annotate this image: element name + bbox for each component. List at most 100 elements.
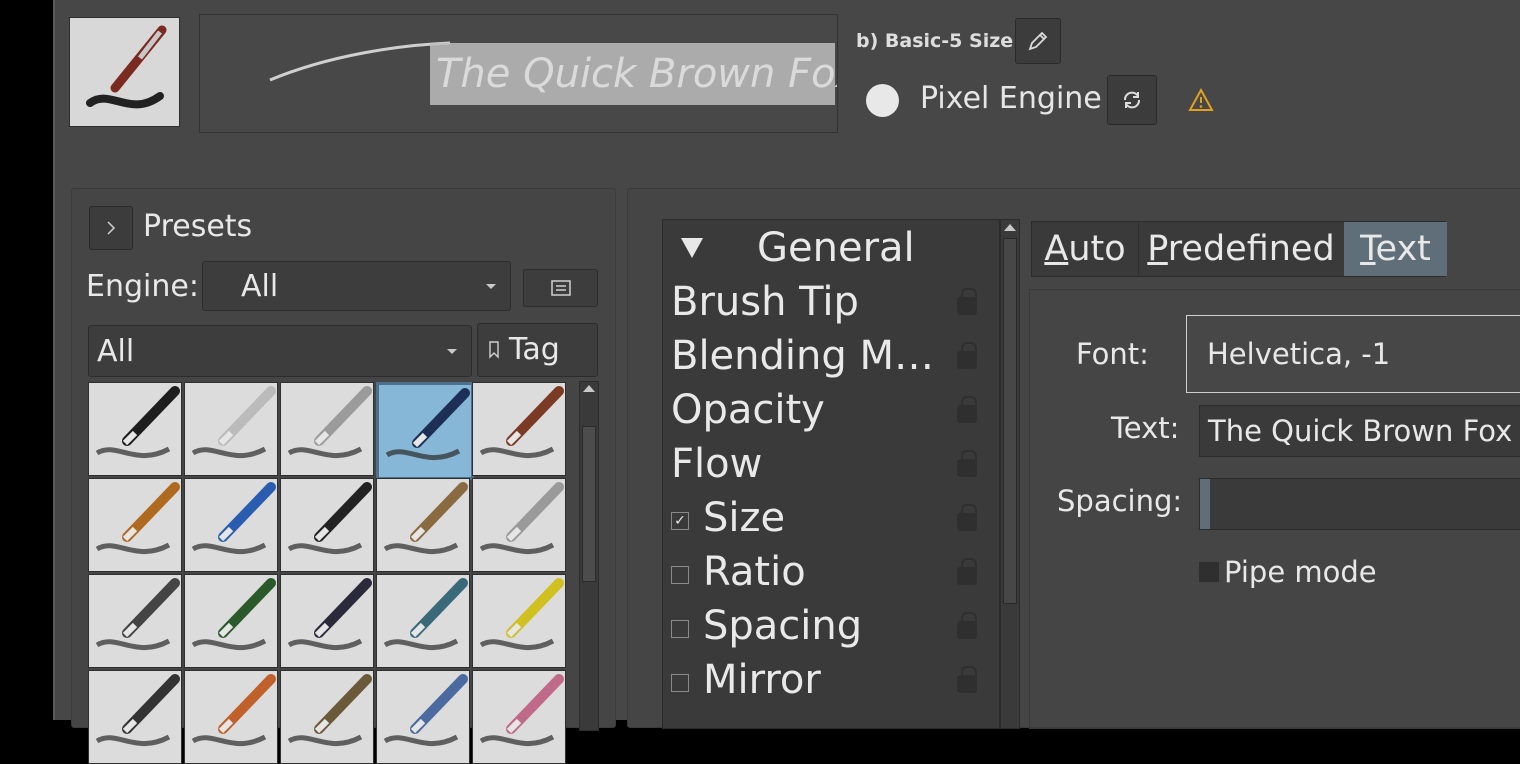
preview-text: The Quick Brown Fox Jumps: [436, 51, 838, 97]
tag-button[interactable]: Tag: [477, 323, 598, 377]
brush-preset-icon: [287, 482, 372, 555]
preset-tile[interactable]: [472, 574, 566, 668]
warning-icon: [1188, 87, 1214, 112]
brush-preset-icon: [287, 578, 372, 651]
preset-grid-scrollbar[interactable]: [579, 381, 599, 731]
brush-preset-icon: [95, 386, 180, 459]
pipe-mode-checkbox[interactable]: [1199, 562, 1219, 582]
preset-thumbnail[interactable]: [69, 17, 180, 127]
lock-icon[interactable]: [957, 558, 977, 585]
preset-tile[interactable]: [376, 574, 470, 668]
scroll-up-arrow[interactable]: [583, 385, 595, 392]
option-label: Opacity: [671, 387, 825, 433]
preset-tile[interactable]: [184, 670, 278, 764]
option-item[interactable]: Mirror: [663, 657, 1001, 711]
option-checkbox[interactable]: [671, 620, 689, 638]
lock-icon[interactable]: [957, 504, 977, 531]
spacing-slider-fill: [1200, 479, 1210, 529]
option-item[interactable]: Spacing: [663, 603, 1001, 657]
list-view-icon: [551, 280, 571, 296]
lock-icon[interactable]: [957, 396, 977, 423]
edit-preset-button[interactable]: [1015, 18, 1061, 64]
option-label: Blending M…: [671, 333, 934, 379]
expand-presets-button[interactable]: [89, 206, 133, 250]
option-label: Brush Tip: [671, 279, 859, 325]
option-checkbox[interactable]: ✓: [671, 512, 689, 530]
option-label: Ratio: [703, 549, 806, 595]
preset-tile[interactable]: [88, 478, 182, 572]
brush-preset-icon: [479, 674, 564, 747]
spacing-slider[interactable]: [1199, 478, 1520, 530]
scrollbar-thumb[interactable]: [582, 426, 596, 582]
tab-predefined-mnemonic: P: [1147, 229, 1168, 269]
preset-tile[interactable]: [184, 382, 278, 476]
preset-tile[interactable]: [184, 478, 278, 572]
preset-name: b) Basic-5 Size: [856, 30, 1014, 52]
option-item[interactable]: Flow: [663, 441, 1001, 495]
view-mode-button[interactable]: [523, 269, 598, 307]
brush-preset-icon: [479, 482, 564, 555]
preset-tile[interactable]: [88, 670, 182, 764]
brush-preset-icon: [191, 674, 276, 747]
preset-tile[interactable]: [280, 670, 374, 764]
chevron-down-icon: [486, 284, 496, 289]
preset-tile[interactable]: [376, 670, 470, 764]
tag-icon: [489, 341, 499, 359]
brush-preset-icon: [287, 674, 372, 747]
preset-tile[interactable]: [184, 574, 278, 668]
lock-icon[interactable]: [957, 342, 977, 369]
option-checkbox[interactable]: [671, 566, 689, 584]
spacing-label: Spacing:: [1057, 484, 1183, 518]
collapse-triangle-icon[interactable]: [681, 238, 703, 258]
lock-icon[interactable]: [957, 288, 977, 315]
option-item[interactable]: ✓ Size: [663, 495, 1001, 549]
pencil-icon: [1028, 31, 1048, 51]
engine-combo-value: All: [241, 269, 279, 304]
lock-icon[interactable]: [957, 450, 977, 477]
option-label: Flow: [671, 441, 763, 487]
option-item[interactable]: Brush Tip: [663, 279, 1001, 333]
tab-text-mnemonic: T: [1360, 229, 1376, 269]
brush-preset-icon: [191, 578, 276, 651]
option-item[interactable]: Blending M…: [663, 333, 1001, 387]
brush-preset-icon: [383, 482, 468, 555]
chevron-down-icon: [447, 349, 457, 354]
preset-tile[interactable]: [280, 382, 374, 476]
option-checkbox[interactable]: [671, 674, 689, 692]
option-label: Size: [703, 495, 786, 541]
preset-tile[interactable]: [376, 478, 470, 572]
lock-icon[interactable]: [957, 612, 977, 639]
brush-preset-icon: [383, 674, 468, 747]
brush-preset-icon: [287, 386, 372, 459]
tag-label: Tag: [509, 332, 560, 367]
preset-tile[interactable]: [88, 574, 182, 668]
option-item[interactable]: Ratio: [663, 549, 1001, 603]
scroll-up-arrow[interactable]: [1004, 224, 1016, 231]
tab-text-rest: ext: [1375, 229, 1431, 269]
options-scrollbar[interactable]: [1000, 219, 1020, 729]
option-group-header[interactable]: General: [757, 225, 915, 271]
preset-tile[interactable]: [472, 478, 566, 572]
option-item[interactable]: Opacity: [663, 387, 1001, 441]
preset-tile[interactable]: [88, 382, 182, 476]
preset-tile[interactable]: [472, 670, 566, 764]
preset-tile[interactable]: [472, 382, 566, 476]
reload-preset-button[interactable]: [1107, 75, 1157, 125]
lock-icon[interactable]: [957, 666, 977, 693]
engine-label: Engine:: [86, 269, 199, 304]
engine-combo[interactable]: All: [202, 261, 511, 311]
preset-tile[interactable]: [280, 574, 374, 668]
tab-auto[interactable]: Auto: [1032, 222, 1139, 276]
preset-tile[interactable]: [280, 478, 374, 572]
presets-panel: Presets Engine: All All Tag: [71, 188, 616, 764]
text-input[interactable]: The Quick Brown Fox J: [1199, 405, 1520, 457]
tab-predefined[interactable]: Predefined: [1138, 222, 1345, 276]
tab-text[interactable]: Text: [1344, 222, 1447, 276]
scrollbar-thumb[interactable]: [1003, 238, 1017, 604]
preset-tile[interactable]: [376, 382, 474, 480]
font-selector[interactable]: Helvetica, -1: [1186, 315, 1520, 393]
tag-filter-combo[interactable]: All: [88, 325, 472, 377]
reload-icon: [1124, 91, 1140, 109]
font-label: Font:: [1076, 337, 1149, 371]
preset-grid: [88, 382, 568, 764]
